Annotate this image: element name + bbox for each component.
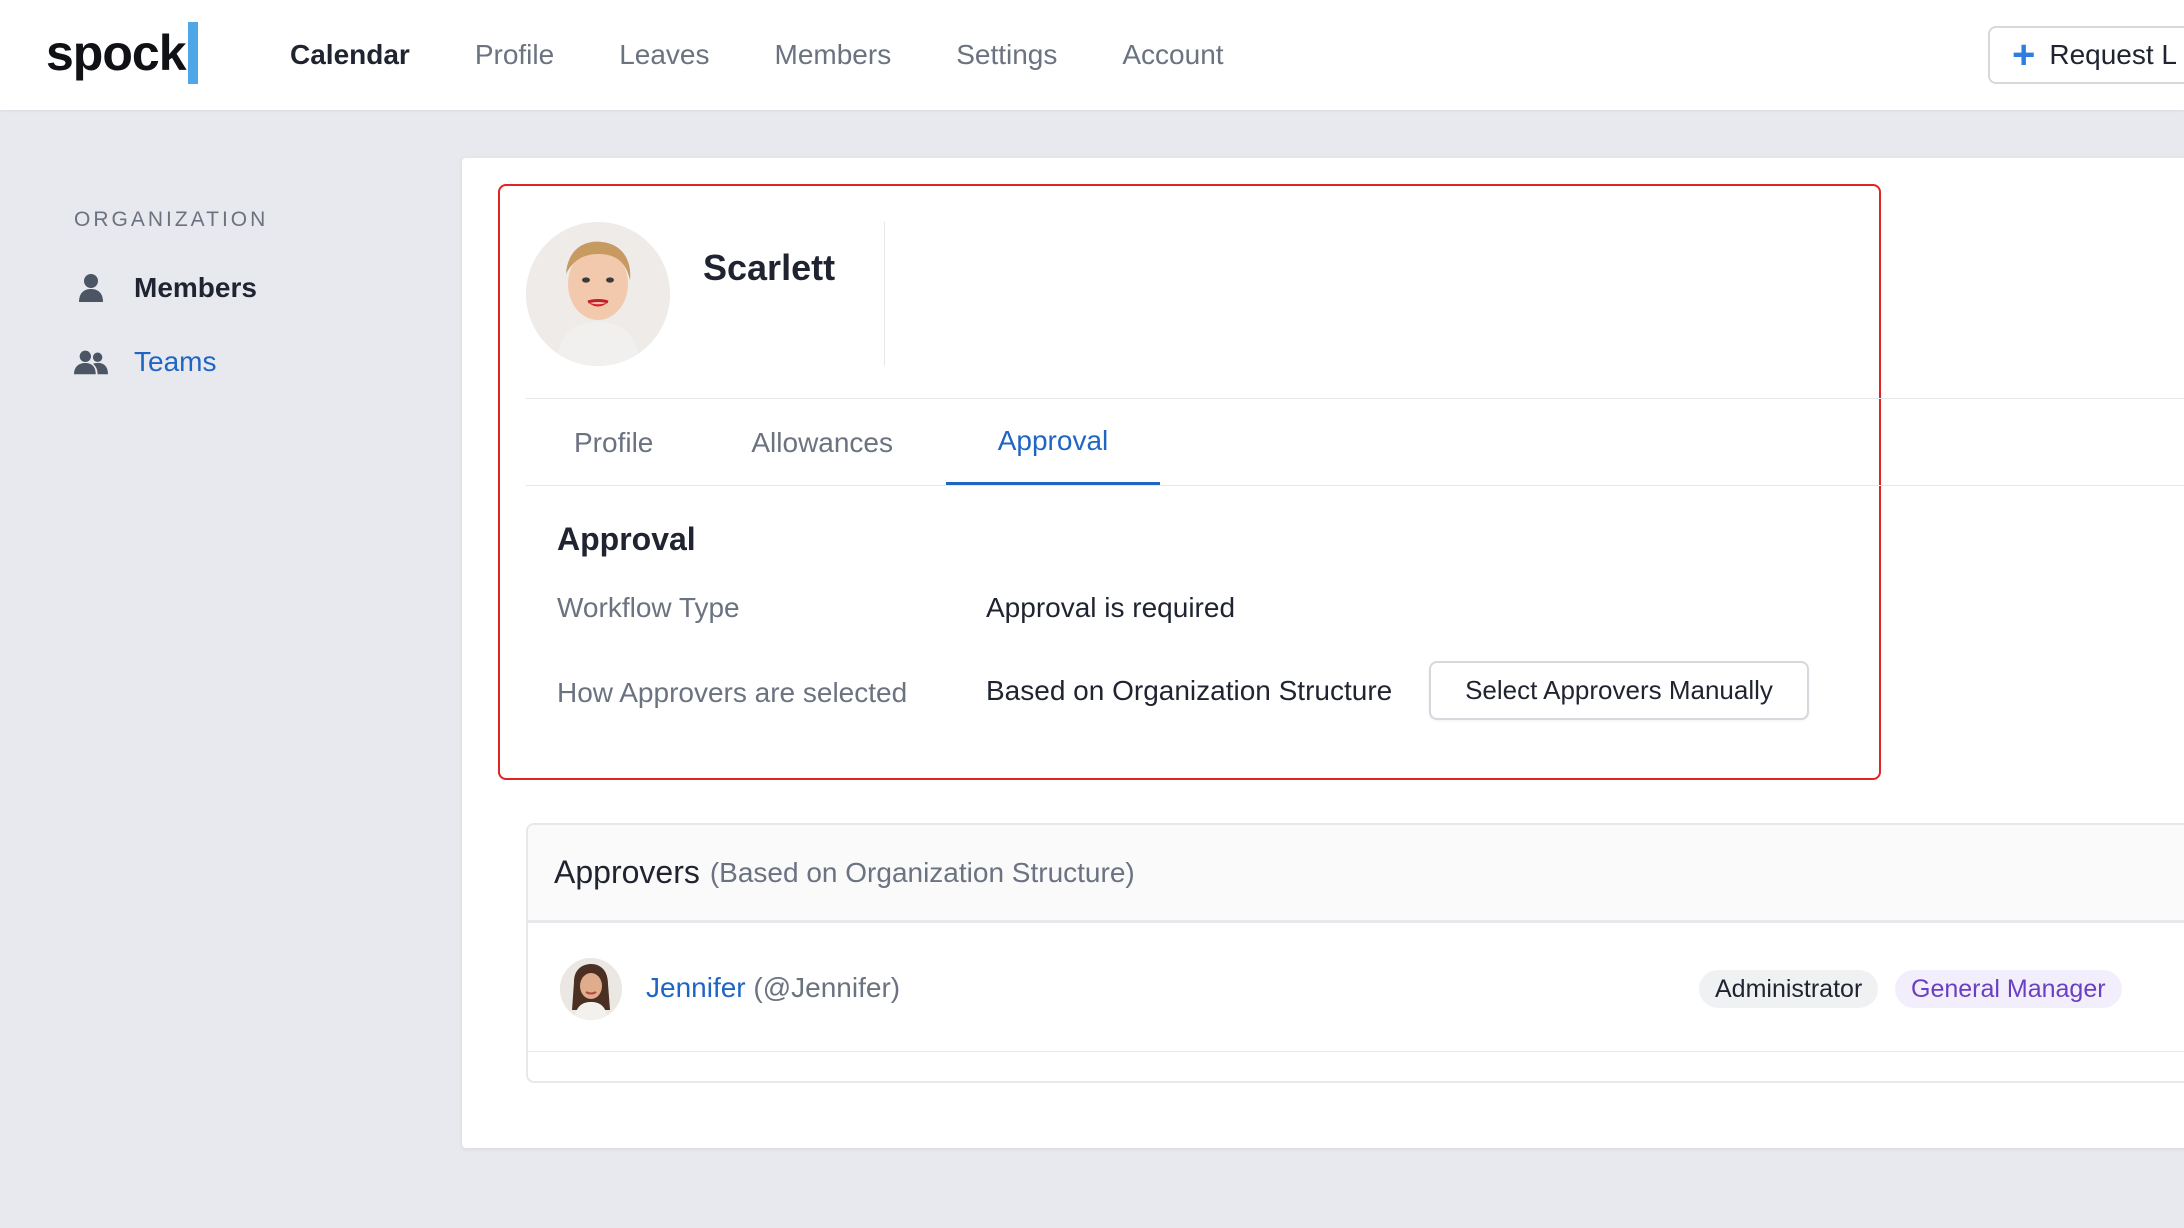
approvers-panel: Approvers (Based on Organization Structu… (526, 823, 2184, 1083)
list-item: Jennifer (@Jennifer) Administrator Gener… (528, 926, 2184, 1052)
spock-logo[interactable]: spock (46, 22, 198, 84)
approver-name-link[interactable]: Jennifer (646, 972, 746, 1003)
sidebar-item-label: Members (134, 272, 257, 303)
select-approvers-manually-button[interactable]: Select Approvers Manually (1429, 661, 1809, 720)
approvers-subtitle: (Based on Organization Structure) (709, 856, 1135, 888)
sidebar-item-members[interactable]: Members (74, 268, 268, 308)
approvers-header: Approvers (Based on Organization Structu… (528, 825, 2184, 923)
role-badge-general-manager: General Manager (1895, 970, 2122, 1008)
sidebar-heading: ORGANIZATION (74, 208, 269, 231)
nav-settings[interactable]: Settings (956, 39, 1057, 71)
approver-handle: (@Jennifer) (753, 972, 901, 1003)
member-tabs: Profile Allowances Approval (526, 400, 1160, 486)
nav-calendar[interactable]: Calendar (290, 39, 410, 71)
nav-profile[interactable]: Profile (475, 39, 554, 71)
nav-leaves[interactable]: Leaves (619, 39, 709, 71)
top-navbar: spock Calendar Profile Leaves Members Se… (0, 0, 2184, 110)
tabs-top-divider (526, 398, 2184, 399)
request-button-label: Request L (2049, 39, 2177, 70)
logo-text: spock (46, 25, 187, 81)
sidebar-item-teams[interactable]: Teams (74, 342, 268, 382)
tab-allowances[interactable]: Allowances (751, 400, 893, 486)
approver-name: Jennifer (@Jennifer) (646, 972, 900, 1004)
main-nav: Calendar Profile Leaves Members Settings… (290, 0, 1289, 110)
nav-account[interactable]: Account (1122, 39, 1223, 71)
tab-approval[interactable]: Approval (946, 400, 1160, 486)
plus-icon: + (2012, 33, 2036, 77)
sidebar-item-label: Teams (134, 346, 217, 377)
approver-selection-value: Based on Organization Structure (986, 675, 1393, 706)
user-icon (74, 272, 108, 304)
sidebar: ORGANIZATION Members Teams (74, 208, 268, 416)
approvers-title: Approvers (554, 854, 700, 890)
workflow-type-value: Approval is required (986, 592, 1236, 623)
nav-members[interactable]: Members (775, 39, 892, 71)
users-icon (74, 346, 108, 378)
request-leave-button[interactable]: + Request L (1988, 26, 2184, 84)
header-divider (884, 222, 885, 366)
tabs-bottom-divider (526, 485, 2184, 486)
workflow-type-label: Workflow Type (557, 592, 740, 623)
member-name: Scarlett (703, 247, 836, 288)
member-avatar (526, 222, 670, 366)
approver-selection-label: How Approvers are selected (557, 677, 908, 708)
tab-profile[interactable]: Profile (574, 400, 653, 486)
logo-cursor-bar (187, 22, 198, 84)
approver-avatar (560, 958, 622, 1020)
role-badge-administrator: Administrator (1699, 970, 1879, 1008)
section-title: Approval (557, 521, 696, 557)
